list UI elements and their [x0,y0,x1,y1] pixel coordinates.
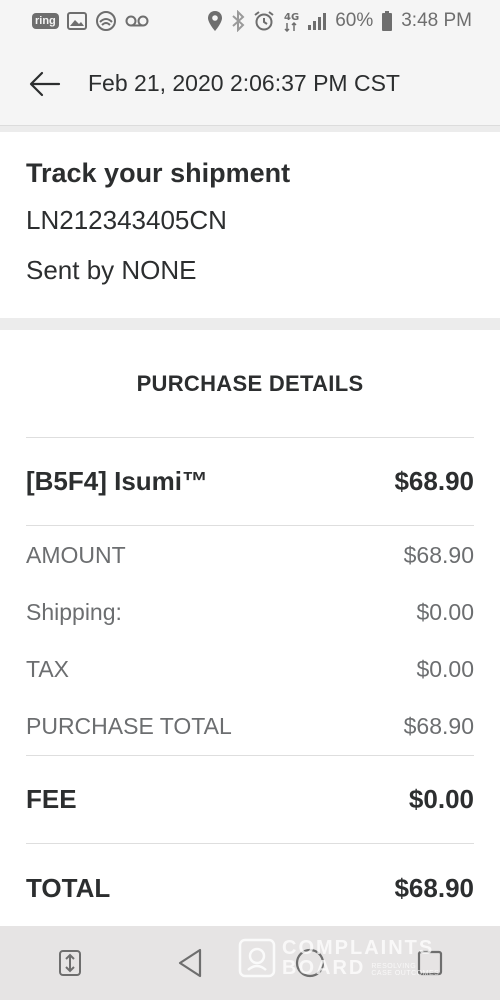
status-left-icons: ring [32,10,149,32]
shipping-value: $0.00 [416,599,474,625]
home-nav-button[interactable] [280,933,340,993]
purchase-breakdown: AMOUNT $68.90 Shipping: $0.00 TAX $0.00 … [26,526,474,756]
amount-label: AMOUNT [26,542,126,568]
clock-time: 3:48 PM [401,10,472,31]
battery-percent: 60% [335,10,374,31]
back-nav-button[interactable] [160,933,220,993]
purchase-total-value: $68.90 [403,713,474,739]
svg-text:4G: 4G [284,12,299,23]
bluetooth-icon [231,10,245,32]
allstate-icon [95,10,117,32]
back-triangle-icon [178,948,202,978]
page-title: Feb 21, 2020 2:06:37 PM CST [88,70,400,96]
battery-icon [381,10,393,32]
purchase-item-row: [B5F4] Isumi™ $68.90 [26,438,474,526]
track-shipment-title[interactable]: Track your shipment [26,154,474,192]
fee-label: FEE [26,784,77,814]
sent-by-text: Sent by NONE [26,255,197,285]
amount-value: $68.90 [403,542,474,568]
back-arrow-icon [29,71,61,96]
voicemail-icon [125,14,149,28]
image-icon [66,12,87,30]
tax-label: TAX [26,656,70,682]
recents-nav-button[interactable] [400,933,460,993]
status-right-icons: 4G 60% 3:48 PM [207,10,472,32]
home-circle-icon [295,948,325,978]
shipping-label: Shipping: [26,599,122,625]
tax-row: TAX $0.00 [26,641,474,698]
dual-window-button[interactable] [40,933,100,993]
fee-value: $0.00 [408,784,474,814]
signal-icon [307,11,327,31]
recents-square-icon [417,950,443,976]
purchase-details-heading: PURCHASE DETAILS [26,330,474,438]
app-header: Feb 21, 2020 2:06:37 PM CST [0,42,500,126]
shipment-card: Track your shipment LN212343405CN Sent b… [0,132,500,318]
amount-row: AMOUNT $68.90 [26,527,474,584]
purchase-details-card: PURCHASE DETAILS [B5F4] Isumi™ $68.90 AM… [0,330,500,926]
back-button[interactable] [0,42,90,126]
tax-value: $0.00 [416,656,474,682]
tracking-number[interactable]: LN212343405CN [26,202,474,238]
network-4g-icon: 4G [283,10,299,32]
purchase-total-row: PURCHASE TOTAL $68.90 [26,698,474,755]
location-icon [207,10,223,32]
ring-icon: ring [32,13,59,29]
fee-row: FEE $0.00 [26,756,474,844]
total-row: TOTAL $68.90 [26,844,474,932]
item-name: [B5F4] Isumi™ [26,466,209,496]
alarm-icon [253,10,275,32]
shipping-row: Shipping: $0.00 [26,584,474,641]
system-nav-bar [0,926,500,1000]
status-bar: ring 4G 60% 3:48 PM [0,0,500,42]
purchase-total-label: PURCHASE TOTAL [26,713,232,739]
total-value: $68.90 [394,872,474,903]
dual-window-icon [59,950,81,976]
total-label: TOTAL [26,872,111,903]
item-price: $68.90 [394,466,474,496]
